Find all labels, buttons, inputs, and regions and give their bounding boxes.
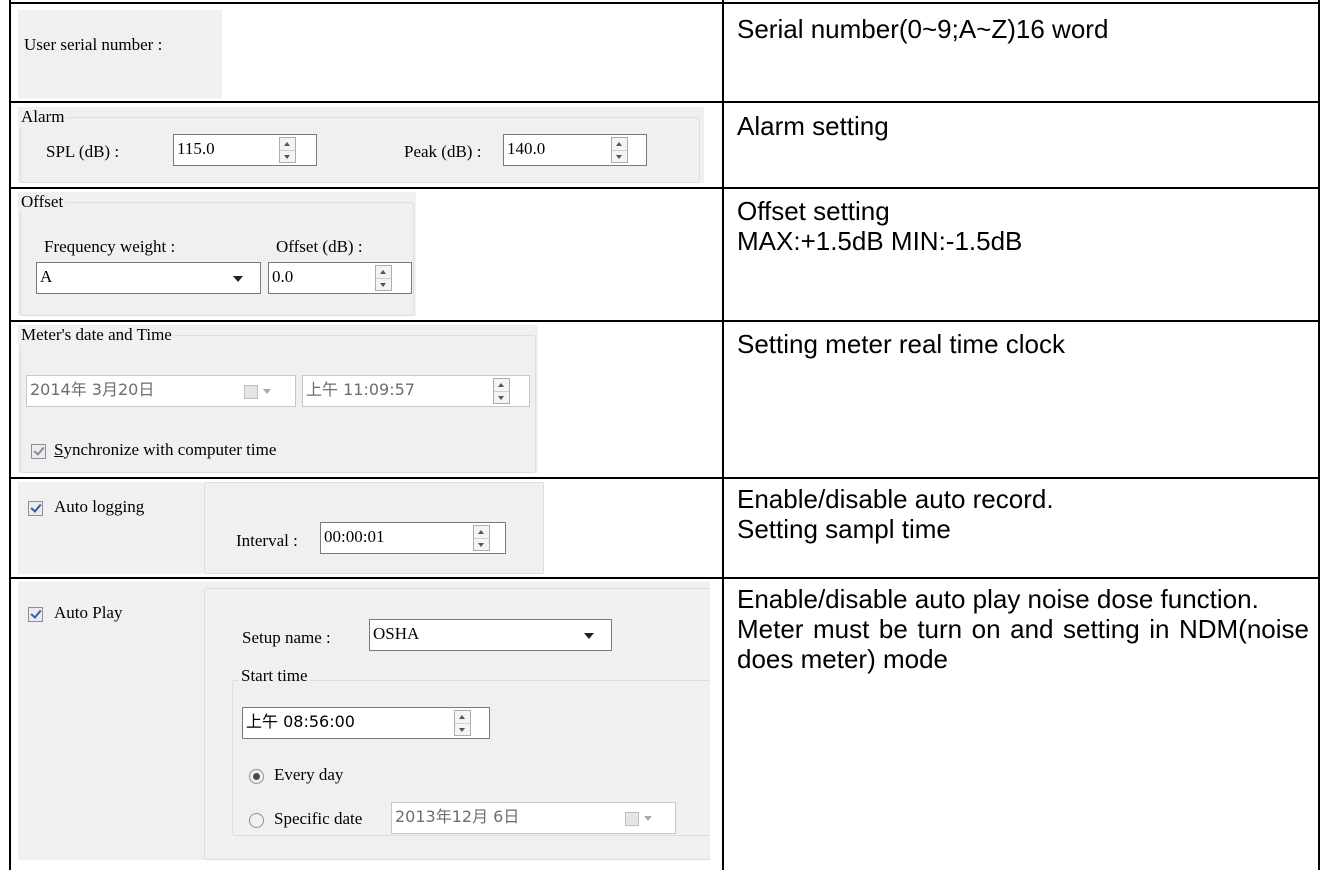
desc-line: Setting sampl time <box>737 514 951 544</box>
desc-line: Enable/disable auto record. <box>737 484 1054 514</box>
desc-line: Alarm setting <box>737 111 889 141</box>
datetime-description: Setting meter real time clock <box>737 329 1309 359</box>
row-divider <box>9 187 1319 189</box>
date-value: 2014年 3月20日 <box>30 380 155 399</box>
desc-line: Offset setting <box>737 196 890 226</box>
settings-table: User serial number : Serial number(0~9;A… <box>0 0 1320 870</box>
calendar-icon[interactable] <box>244 385 258 399</box>
datetime-panel: Meter's date and Time 2014年 3月20日 上午 11:… <box>18 325 538 473</box>
row-divider <box>9 577 1319 579</box>
spin-up-icon[interactable] <box>494 379 509 391</box>
autolog-panel: Auto logging Interval : 00:00:01 <box>18 482 544 574</box>
autolog-checkbox[interactable] <box>28 501 43 516</box>
chevron-down-icon[interactable] <box>263 389 271 394</box>
desc-line: Setting meter real time clock <box>737 329 1066 359</box>
start-time-value: 上午 08:56:00 <box>246 712 355 731</box>
spin-up-icon[interactable] <box>280 138 295 150</box>
interval-spinner[interactable] <box>473 525 490 551</box>
row-divider <box>9 2 1319 4</box>
specific-date-value: 2013年12月 6日 <box>395 807 520 826</box>
table-left-border <box>9 0 11 870</box>
chevron-down-icon[interactable] <box>644 816 652 821</box>
row-divider <box>9 477 1319 479</box>
every-day-radio[interactable] <box>249 769 264 784</box>
date-picker[interactable]: 2014年 3月20日 <box>26 375 296 407</box>
autoplay-description: Enable/disable auto play noise dose func… <box>737 584 1309 674</box>
spin-down-icon[interactable] <box>280 150 295 162</box>
offset-groupbox <box>20 202 414 316</box>
offset-db-label: Offset (dB) : <box>276 237 363 256</box>
serial-label: User serial number : <box>24 35 163 54</box>
spin-up-icon[interactable] <box>455 711 470 723</box>
sync-checkbox[interactable] <box>31 444 46 459</box>
chevron-down-icon[interactable] <box>233 276 243 282</box>
column-divider <box>722 0 724 870</box>
spin-up-icon[interactable] <box>612 138 627 150</box>
alarm-panel: Alarm SPL (dB) : 115.0 Peak (dB) : 140.0 <box>18 107 704 183</box>
desc-line: Serial number(0~9;A~Z)16 word <box>737 14 1109 44</box>
start-time-input[interactable]: 上午 08:56:00 <box>242 707 490 739</box>
alarm-description: Alarm setting <box>737 111 1309 141</box>
setup-name-value: OSHA <box>373 624 420 643</box>
desc-line: Meter must be turn on and setting in NDM… <box>737 614 1309 674</box>
desc-line: MAX:+1.5dB MIN:-1.5dB <box>737 226 1023 256</box>
autolog-label[interactable]: Auto logging <box>54 497 144 517</box>
interval-value: 00:00:01 <box>324 527 385 546</box>
calendar-icon[interactable] <box>625 812 639 826</box>
spin-down-icon[interactable] <box>474 538 489 550</box>
spl-spinner[interactable] <box>279 137 296 163</box>
time-spinner[interactable] <box>493 378 510 404</box>
chevron-down-icon[interactable] <box>584 633 594 639</box>
start-time-group-label: Start time <box>239 666 310 686</box>
spl-value: 115.0 <box>177 139 215 158</box>
autoplay-checkbox[interactable] <box>28 607 43 622</box>
offset-value: 0.0 <box>272 267 294 286</box>
spin-up-icon[interactable] <box>376 266 391 278</box>
spl-label: SPL (dB) : <box>46 142 120 161</box>
row-divider <box>9 320 1319 322</box>
spin-down-icon[interactable] <box>494 391 509 403</box>
interval-label: Interval : <box>236 531 298 550</box>
sync-label-rest: ynchronize with computer time <box>63 440 277 459</box>
autolog-description: Enable/disable auto record. Setting samp… <box>737 484 1309 544</box>
setup-name-label: Setup name : <box>242 628 331 647</box>
offset-group-label: Offset <box>19 192 66 212</box>
offset-spinner[interactable] <box>375 265 392 291</box>
freq-weight-label: Frequency weight : <box>44 237 176 256</box>
spin-up-icon[interactable] <box>474 526 489 538</box>
datetime-group-label: Meter's date and Time <box>19 325 174 345</box>
offset-description: Offset setting MAX:+1.5dB MIN:-1.5dB <box>737 196 1309 256</box>
offset-panel: Offset Frequency weight : Offset (dB) : … <box>18 192 416 316</box>
peak-spinner[interactable] <box>611 137 628 163</box>
start-time-spinner[interactable] <box>454 710 471 736</box>
spin-down-icon[interactable] <box>612 150 627 162</box>
peak-label: Peak (dB) : <box>404 142 482 161</box>
spin-down-icon[interactable] <box>376 278 391 290</box>
freq-weight-value: A <box>40 267 53 286</box>
autoplay-label[interactable]: Auto Play <box>54 603 122 623</box>
desc-line: Enable/disable auto play noise dose func… <box>737 584 1259 614</box>
time-value: 上午 11:09:57 <box>306 380 415 399</box>
specific-date-picker[interactable]: 2013年12月 6日 <box>391 802 676 834</box>
sync-label[interactable]: Synchronize with computer time <box>54 440 276 460</box>
peak-value: 140.0 <box>507 139 546 158</box>
specific-date-label[interactable]: Specific date <box>274 809 362 829</box>
specific-date-radio[interactable] <box>249 813 264 828</box>
freq-weight-select[interactable]: A <box>36 262 261 294</box>
row-divider <box>9 101 1319 103</box>
autoplay-panel: Auto Play Setup name : OSHA Start time 上… <box>18 582 711 860</box>
alarm-group-label: Alarm <box>19 107 67 127</box>
setup-name-select[interactable]: OSHA <box>369 619 612 651</box>
serial-description: Serial number(0~9;A~Z)16 word <box>737 14 1309 44</box>
spin-down-icon[interactable] <box>455 723 470 735</box>
every-day-label[interactable]: Every day <box>274 765 343 785</box>
